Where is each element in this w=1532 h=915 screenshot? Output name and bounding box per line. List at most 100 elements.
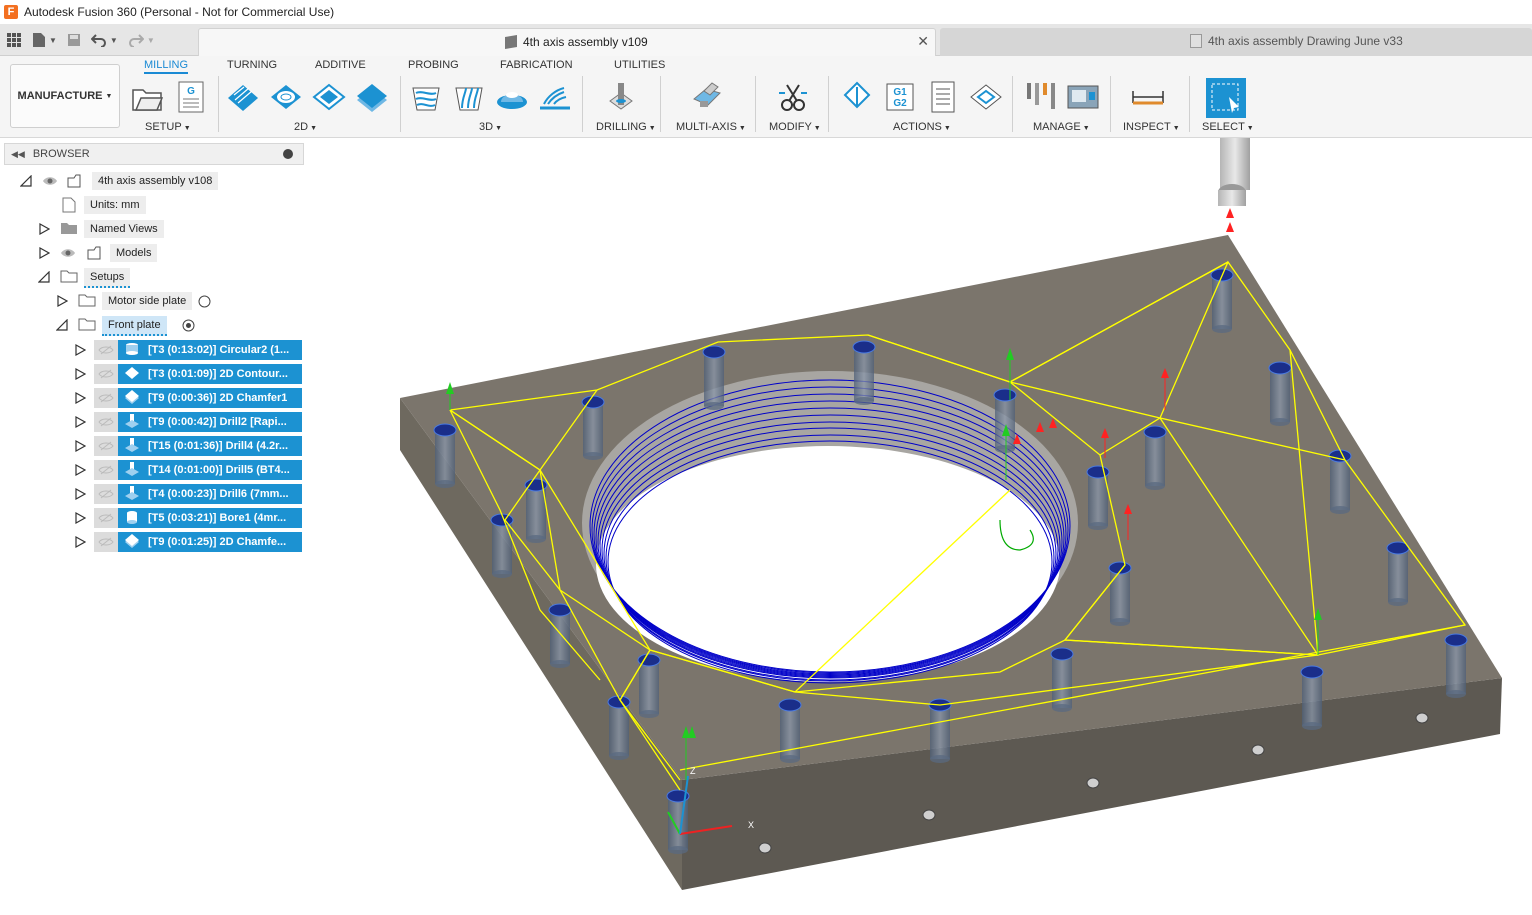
collapsed-triangle-icon[interactable] <box>38 247 50 259</box>
tree-row-models[interactable]: Models <box>0 242 300 264</box>
operation-item[interactable]: [T15 (0:01:36)] Drill4 (4.2r... <box>94 436 302 456</box>
new-setup-icon[interactable] <box>130 80 164 114</box>
group-actions[interactable]: ACTIONS ▼ <box>893 121 951 133</box>
operation-item[interactable]: [T3 (0:01:09)] 2D Contour... <box>94 364 302 384</box>
operation-row[interactable]: [T5 (0:03:21)] Bore1 (4mr... <box>0 507 304 529</box>
scissors-modify-icon[interactable] <box>776 80 810 114</box>
operation-item[interactable]: [T4 (0:00:23)] Drill6 (7mm... <box>94 484 302 504</box>
operation-item[interactable]: [T9 (0:00:42)] Drill2 [Rapi... <box>94 412 302 432</box>
close-tab-icon[interactable]: ✕ <box>917 33 929 50</box>
hidden-eye-icon[interactable] <box>94 388 118 408</box>
tab-turning[interactable]: TURNING <box>227 59 277 71</box>
operation-item[interactable]: [T9 (0:00:36)] 2D Chamfer1 <box>94 388 302 408</box>
post-process-icon[interactable]: G1 G2 <box>883 80 917 114</box>
redo-icon[interactable]: ▼ <box>128 33 155 47</box>
tool-library-icon[interactable] <box>1024 80 1058 114</box>
drill-icon[interactable] <box>604 80 638 114</box>
setup-sheet-icon[interactable] <box>926 80 960 114</box>
3d-scallop-icon[interactable] <box>538 80 572 114</box>
simulate-icon[interactable] <box>840 80 874 114</box>
collapse-panel-icon[interactable]: ◀◀ <box>11 149 25 160</box>
file-menu-icon[interactable]: ▼ <box>32 32 57 48</box>
tree-row-root[interactable]: 4th axis assembly v108 <box>0 170 300 192</box>
active-document-tab[interactable]: 4th axis assembly v109 ✕ <box>198 28 936 56</box>
group-manage[interactable]: MANAGE ▼ <box>1033 121 1090 133</box>
hidden-eye-icon[interactable] <box>94 412 118 432</box>
group-3d[interactable]: 3D ▼ <box>479 121 502 133</box>
collapsed-triangle-icon[interactable] <box>74 368 86 380</box>
active-setup-radio-icon[interactable] <box>182 319 195 332</box>
operation-item[interactable]: [T3 (0:13:02)] Circular2 (1... <box>94 340 302 360</box>
operation-row[interactable]: [T9 (0:00:36)] 2D Chamfer1 <box>0 387 304 409</box>
tab-fabrication[interactable]: FABRICATION <box>500 59 573 71</box>
collapsed-triangle-icon[interactable] <box>74 488 86 500</box>
expanded-triangle-icon[interactable] <box>20 175 32 187</box>
3d-pocket-icon[interactable] <box>452 80 486 114</box>
pin-panel-icon[interactable] <box>283 149 293 159</box>
browser-header[interactable]: ◀◀ BROWSER <box>4 143 304 165</box>
tab-utilities[interactable]: UTILITIES <box>614 59 665 71</box>
group-modify[interactable]: MODIFY ▼ <box>769 121 821 133</box>
operation-row[interactable]: [T3 (0:13:02)] Circular2 (1... <box>0 339 304 361</box>
hidden-eye-icon[interactable] <box>94 460 118 480</box>
multi-axis-swarf-icon[interactable] <box>690 80 724 114</box>
inactive-setup-radio-icon[interactable] <box>198 295 211 308</box>
workspace-switcher-button[interactable]: MANUFACTURE ▼ <box>10 64 120 128</box>
hidden-eye-icon[interactable] <box>94 532 118 552</box>
tree-row-setup-front-plate[interactable]: Front plate <box>0 314 300 336</box>
select-tool-button[interactable] <box>1206 78 1246 118</box>
generate-toolpath-icon[interactable] <box>969 80 1003 114</box>
face-icon[interactable] <box>312 80 346 114</box>
collapsed-triangle-icon[interactable] <box>56 295 68 307</box>
operation-item[interactable]: [T14 (0:01:00)] Drill5 (BT4... <box>94 460 302 480</box>
hidden-eye-icon[interactable] <box>94 508 118 528</box>
operation-row[interactable]: [T3 (0:01:09)] 2D Contour... <box>0 363 304 385</box>
2d-adaptive-icon[interactable] <box>226 80 260 114</box>
collapsed-triangle-icon[interactable] <box>74 440 86 452</box>
tree-row-setups[interactable]: Setups <box>0 266 300 288</box>
collapsed-triangle-icon[interactable] <box>74 392 86 404</box>
group-multi-axis[interactable]: MULTI-AXIS ▼ <box>676 121 746 133</box>
operation-row[interactable]: [T9 (0:01:25)] 2D Chamfe... <box>0 531 304 553</box>
measure-icon[interactable] <box>1131 80 1165 114</box>
operation-row[interactable]: [T9 (0:00:42)] Drill2 [Rapi... <box>0 411 304 433</box>
collapsed-triangle-icon[interactable] <box>74 344 86 356</box>
hidden-eye-icon[interactable] <box>94 340 118 360</box>
expanded-triangle-icon[interactable] <box>56 319 68 331</box>
tab-probing[interactable]: PROBING <box>408 59 459 71</box>
3d-viewport-canvas[interactable]: X Z <box>304 138 1532 915</box>
tab-additive[interactable]: ADDITIVE <box>315 59 366 71</box>
machine-library-icon[interactable] <box>1066 80 1100 114</box>
3d-steep-shallow-icon[interactable] <box>495 80 529 114</box>
collapsed-triangle-icon[interactable] <box>74 512 86 524</box>
visibility-eye-icon[interactable] <box>60 247 76 259</box>
collapsed-triangle-icon[interactable] <box>74 464 86 476</box>
hidden-eye-icon[interactable] <box>94 484 118 504</box>
tree-row-setup-motor-side-plate[interactable]: Motor side plate <box>0 290 300 312</box>
group-select[interactable]: SELECT ▼ <box>1202 121 1254 133</box>
save-icon[interactable] <box>67 33 81 47</box>
3d-adaptive-icon[interactable] <box>409 80 443 114</box>
collapsed-triangle-icon[interactable] <box>74 536 86 548</box>
operation-row[interactable]: [T4 (0:00:23)] Drill6 (7mm... <box>0 483 304 505</box>
group-setup[interactable]: SETUP ▼ <box>145 121 191 133</box>
inactive-document-tab[interactable]: 4th axis assembly Drawing June v33 <box>940 28 1532 56</box>
operation-item[interactable]: [T9 (0:01:25)] 2D Chamfe... <box>94 532 302 552</box>
collapsed-triangle-icon[interactable] <box>38 223 50 235</box>
2d-contour-icon[interactable] <box>355 80 389 114</box>
tree-row-units[interactable]: Units: mm <box>0 194 300 216</box>
operation-row[interactable]: [T14 (0:01:00)] Drill5 (BT4... <box>0 459 304 481</box>
nc-program-icon[interactable]: G <box>174 80 208 114</box>
2d-pocket-icon[interactable] <box>269 80 303 114</box>
tab-milling[interactable]: MILLING <box>144 59 189 74</box>
data-panel-grid-icon[interactable] <box>6 32 22 48</box>
operation-item[interactable]: [T5 (0:03:21)] Bore1 (4mr... <box>94 508 302 528</box>
visibility-eye-icon[interactable] <box>42 175 58 187</box>
operation-row[interactable]: [T15 (0:01:36)] Drill4 (4.2r... <box>0 435 304 457</box>
hidden-eye-icon[interactable] <box>94 364 118 384</box>
tree-row-named-views[interactable]: Named Views <box>0 218 300 240</box>
group-drilling[interactable]: DRILLING ▼ <box>596 121 656 133</box>
expanded-triangle-icon[interactable] <box>38 271 50 283</box>
hidden-eye-icon[interactable] <box>94 436 118 456</box>
group-2d[interactable]: 2D ▼ <box>294 121 317 133</box>
